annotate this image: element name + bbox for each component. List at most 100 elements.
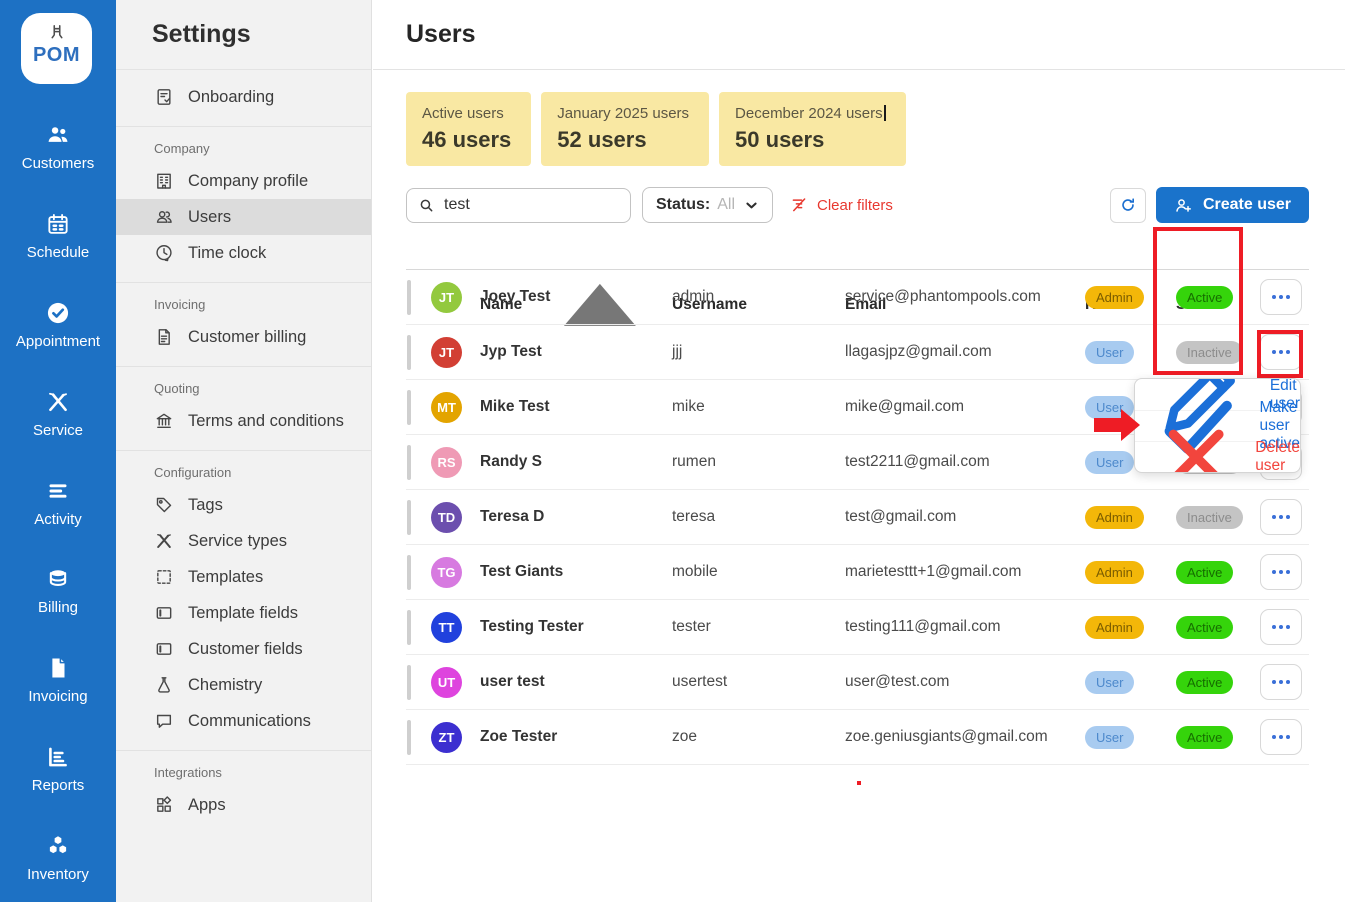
app-sidebar: POM Customers Schedule AppointmentServiceA… (0, 0, 116, 902)
app-logo[interactable]: POM (21, 13, 92, 84)
text-cursor (884, 105, 886, 121)
tools-icon (154, 531, 174, 551)
cell-role: Admin (1085, 561, 1176, 584)
nav-item-reports[interactable]: Reports (0, 724, 116, 813)
row-actions-button[interactable] (1260, 334, 1302, 370)
cubes-icon (45, 833, 71, 859)
settings-item-label: Tags (188, 496, 223, 515)
settings-item-tags[interactable]: Tags (116, 487, 371, 523)
refresh-button[interactable] (1110, 188, 1146, 223)
avatar: MT (431, 392, 462, 423)
time-clock-icon (154, 243, 174, 263)
settings-group-integrations: IntegrationsApps (116, 750, 371, 834)
cell-username: rumen (672, 453, 845, 471)
settings-item-terms-and-conditions[interactable]: Terms and conditions (116, 403, 371, 439)
avatar: ZT (431, 722, 462, 753)
status-filter-dropdown[interactable]: Status: All (642, 187, 773, 223)
grid-apps-icon (154, 795, 174, 815)
dashed-square-icon (154, 567, 174, 587)
cell-username: mobile (672, 563, 845, 581)
row-drag-handle[interactable] (407, 665, 411, 700)
row-drag-handle[interactable] (407, 610, 411, 645)
settings-item-time-clock[interactable]: Time clock (116, 235, 371, 271)
menu-item-delete-user[interactable]: Delete user (1135, 441, 1300, 472)
row-actions-button[interactable] (1260, 609, 1302, 645)
create-user-label: Create user (1203, 196, 1291, 214)
avatar: TT (431, 612, 462, 643)
row-actions-button[interactable] (1260, 664, 1302, 700)
nav-item-inventory[interactable]: Inventory (0, 813, 116, 902)
cell-username: teresa (672, 508, 845, 526)
cell-email: service@phantompools.com (845, 288, 1085, 306)
settings-item-customer-billing[interactable]: Customer billing (116, 319, 371, 355)
stat-card-value: 46 users (422, 127, 511, 153)
cell-email: user@test.com (845, 673, 1085, 691)
ellipsis-dot (1272, 570, 1276, 574)
row-actions-button[interactable] (1260, 554, 1302, 590)
settings-item-onboarding[interactable]: Onboarding (116, 79, 371, 115)
settings-group-quoting: QuotingTerms and conditions (116, 366, 371, 450)
ellipsis-dot (1272, 515, 1276, 519)
nav-item-label: Schedule (27, 244, 90, 261)
cell-role: Admin (1085, 616, 1176, 639)
search-box[interactable] (406, 188, 631, 223)
row-actions-button[interactable] (1260, 719, 1302, 755)
settings-item-label: Service types (188, 532, 287, 551)
settings-item-chemistry[interactable]: Chemistry (116, 667, 371, 703)
avatar-cell: JT (406, 337, 480, 368)
filter-off-icon (790, 196, 808, 214)
nav-item-service[interactable]: Service (0, 369, 116, 458)
cell-role: User (1085, 341, 1176, 364)
ellipsis-dot (1279, 680, 1283, 684)
settings-group-label: Configuration (116, 460, 371, 487)
role-badge: User (1085, 726, 1134, 749)
status-badge: Inactive (1176, 341, 1243, 364)
nav-item-billing[interactable]: Billing (0, 547, 116, 636)
nav-item-customers[interactable]: Customers (0, 103, 116, 192)
cell-actions (1260, 554, 1309, 590)
nav-item-schedule[interactable]: Schedule (0, 192, 116, 281)
stat-card-value: 50 users (735, 127, 886, 153)
settings-item-service-types[interactable]: Service types (116, 523, 371, 559)
status-badge: Inactive (1176, 506, 1243, 529)
settings-item-users[interactable]: Users (116, 199, 371, 235)
table-row-user-test: UTuser testusertestuser@test.comUserActi… (406, 655, 1309, 710)
settings-item-templates[interactable]: Templates (116, 559, 371, 595)
settings-item-company-profile[interactable]: Company profile (116, 163, 371, 199)
clear-filters-button[interactable]: Clear filters (790, 196, 893, 214)
row-drag-handle[interactable] (407, 280, 411, 315)
chart-icon (45, 744, 71, 770)
settings-item-customer-fields[interactable]: Customer fields (116, 631, 371, 667)
role-badge: Admin (1085, 286, 1144, 309)
status-badge: Active (1176, 726, 1233, 749)
search-input[interactable] (444, 196, 619, 214)
settings-item-apps[interactable]: Apps (116, 787, 371, 823)
cell-actions (1260, 499, 1309, 535)
settings-item-template-fields[interactable]: Template fields (116, 595, 371, 631)
row-drag-handle[interactable] (407, 555, 411, 590)
avatar-cell: TT (406, 612, 480, 643)
row-drag-handle[interactable] (407, 390, 411, 425)
nav-item-activity[interactable]: Activity (0, 458, 116, 547)
row-drag-handle[interactable] (407, 335, 411, 370)
row-actions-button[interactable] (1260, 279, 1302, 315)
row-drag-handle[interactable] (407, 500, 411, 535)
clear-filters-label: Clear filters (817, 197, 893, 214)
field-icon (154, 639, 174, 659)
menu-item-label: Delete user (1255, 439, 1300, 473)
flask-icon (154, 675, 174, 695)
nav-item-label: Billing (38, 599, 78, 616)
row-actions-button[interactable] (1260, 499, 1302, 535)
avatar-cell: MT (406, 392, 480, 423)
settings-item-label: Customer billing (188, 328, 306, 347)
nav-item-invoicing[interactable]: Invoicing (0, 636, 116, 725)
nav-item-appointment[interactable]: Appointment (0, 281, 116, 370)
create-user-button[interactable]: Create user (1156, 187, 1309, 223)
settings-group-label: Company (116, 136, 371, 163)
row-drag-handle[interactable] (407, 445, 411, 480)
people-icon (45, 122, 71, 148)
settings-item-communications[interactable]: Communications (116, 703, 371, 739)
cell-name: Zoe Tester (480, 728, 672, 746)
row-drag-handle[interactable] (407, 720, 411, 755)
avatar-cell: ZT (406, 722, 480, 753)
